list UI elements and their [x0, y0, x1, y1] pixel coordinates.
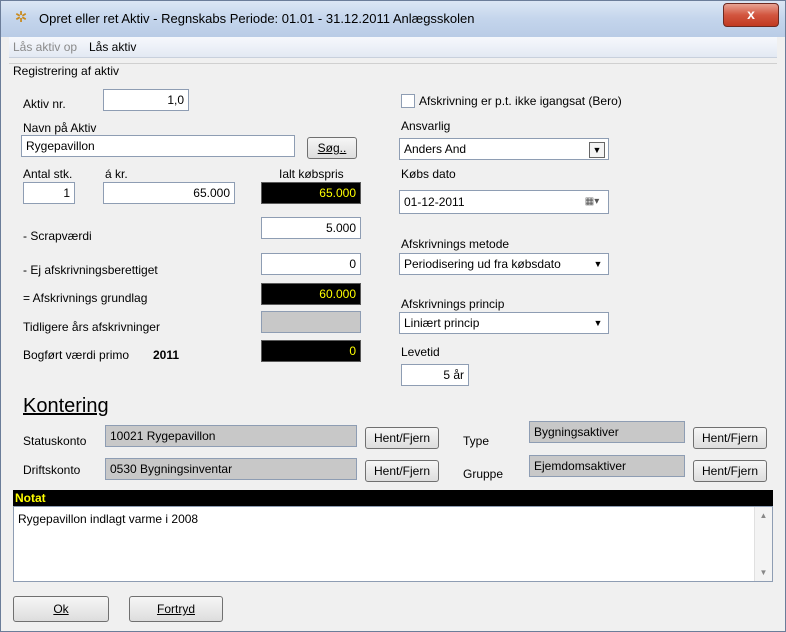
- kobsdato-picker[interactable]: 01-12-2011 ▦▾: [399, 190, 609, 214]
- chevron-down-icon[interactable]: ▼: [591, 316, 605, 330]
- type-field: Bygningsaktiver: [529, 421, 685, 443]
- ialt-label: Ialt købspris: [279, 167, 344, 181]
- group-divider: [9, 63, 777, 64]
- menu-unlock-asset[interactable]: Lås aktiv op: [13, 40, 77, 54]
- ok-button[interactable]: Ok: [13, 596, 109, 622]
- statuskonto-label: Statuskonto: [23, 434, 87, 448]
- app-icon: ✲: [14, 9, 28, 26]
- chevron-down-icon[interactable]: ▼: [589, 142, 605, 158]
- gruppe-label: Gruppe: [463, 467, 504, 481]
- grundlag-field: 60.000: [261, 283, 361, 305]
- levetid-label: Levetid: [401, 345, 440, 359]
- ansvarlig-label: Ansvarlig: [401, 119, 451, 133]
- princip-combo[interactable]: Liniært princip ▼: [399, 312, 609, 334]
- type-hent-fjern-label: Hent/Fjern: [701, 431, 759, 445]
- navn-field[interactable]: Rygepavillon: [21, 135, 295, 157]
- bogfort-label: Bogført værdi primo: [23, 348, 130, 362]
- notat-header: Notat: [13, 490, 773, 506]
- statuskonto-hent-fjern-button[interactable]: Hent/Fjern: [365, 427, 439, 449]
- title-bar[interactable]: ✲ Opret eller ret Aktiv - Regnskabs Peri…: [1, 1, 785, 37]
- tidligere-field: [261, 311, 361, 333]
- bogfort-field: 0: [261, 340, 361, 362]
- ok-button-label: Ok: [53, 602, 69, 616]
- notat-scrollbar[interactable]: ▲ ▼: [754, 507, 772, 581]
- type-hent-fjern-button[interactable]: Hent/Fjern: [693, 427, 767, 449]
- metode-label: Afskrivnings metode: [401, 237, 510, 251]
- calendar-icon[interactable]: ▦▾: [580, 195, 604, 209]
- scrap-field[interactable]: 5.000: [261, 217, 361, 239]
- menu-bar: Lås aktiv op Lås aktiv: [9, 37, 777, 58]
- fortryd-button[interactable]: Fortryd: [129, 596, 223, 622]
- gruppe-field: Ejemdomsaktiver: [529, 455, 685, 477]
- navn-label: Navn på Aktiv: [23, 121, 97, 135]
- kobsdato-value: 01-12-2011: [404, 195, 465, 209]
- menu-lock-asset[interactable]: Lås aktiv: [89, 40, 136, 54]
- princip-value: Liniært princip: [404, 316, 480, 330]
- antal-field[interactable]: 1: [23, 182, 75, 204]
- ialt-field: 65.000: [261, 182, 361, 204]
- bero-label: Afskrivning er p.t. ikke igangsat (Bero): [419, 94, 622, 108]
- search-button[interactable]: Søg..: [307, 137, 357, 159]
- scroll-down-icon[interactable]: ▼: [755, 564, 772, 581]
- chevron-down-icon[interactable]: ▼: [591, 257, 605, 271]
- akr-label: á kr.: [105, 167, 128, 181]
- statuskonto-field: 10021 Rygepavillon: [105, 425, 357, 447]
- bogfort-year: 2011: [153, 348, 180, 362]
- aktiv-nr-field[interactable]: 1,0: [103, 89, 189, 111]
- scroll-up-icon[interactable]: ▲: [755, 507, 772, 524]
- close-button[interactable]: x: [723, 3, 779, 27]
- dialog-window: ✲ Opret eller ret Aktiv - Regnskabs Peri…: [0, 0, 786, 632]
- notat-textarea[interactable]: Rygepavillon indlagt varme i 2008 ▲ ▼: [13, 506, 773, 582]
- driftskonto-hent-fjern-label: Hent/Fjern: [373, 464, 431, 478]
- driftskonto-hent-fjern-button[interactable]: Hent/Fjern: [365, 460, 439, 482]
- metode-value: Periodisering ud fra købsdato: [404, 257, 561, 271]
- levetid-field[interactable]: 5 år: [401, 364, 469, 386]
- grundlag-label: = Afskrivnings grundlag: [23, 291, 148, 305]
- ej-field[interactable]: 0: [261, 253, 361, 275]
- notat-text: Rygepavillon indlagt varme i 2008: [18, 512, 199, 526]
- driftskonto-label: Driftskonto: [23, 463, 81, 477]
- tidligere-label: Tidligere års afskrivninger: [23, 320, 160, 334]
- akr-field[interactable]: 65.000: [103, 182, 235, 204]
- princip-label: Afskrivnings princip: [401, 297, 505, 311]
- ej-label: - Ej afskrivningsberettiget: [23, 263, 158, 277]
- driftskonto-field: 0530 Bygningsinventar: [105, 458, 357, 480]
- window-title: Opret eller ret Aktiv - Regnskabs Period…: [39, 11, 475, 26]
- type-label: Type: [463, 434, 490, 448]
- bero-checkbox[interactable]: [401, 94, 415, 108]
- scrap-label: - Scrapværdi: [23, 229, 92, 243]
- statuskonto-hent-fjern-label: Hent/Fjern: [373, 431, 431, 445]
- registration-group-title: Registrering af aktiv: [13, 64, 120, 78]
- fortryd-button-label: Fortryd: [156, 602, 195, 616]
- ansvarlig-value: Anders And: [404, 142, 467, 156]
- antal-label: Antal stk.: [23, 167, 73, 181]
- aktiv-nr-label: Aktiv nr.: [23, 97, 66, 111]
- ansvarlig-combo[interactable]: Anders And ▼: [399, 138, 609, 160]
- kontering-title: Kontering: [23, 395, 109, 417]
- gruppe-hent-fjern-label: Hent/Fjern: [701, 464, 759, 478]
- kobsdato-label: Købs dato: [401, 167, 456, 181]
- search-button-label: Søg..: [317, 141, 347, 155]
- gruppe-hent-fjern-button[interactable]: Hent/Fjern: [693, 460, 767, 482]
- metode-combo[interactable]: Periodisering ud fra købsdato ▼: [399, 253, 609, 275]
- client-area: Lås aktiv op Lås aktiv Registrering af a…: [9, 37, 777, 625]
